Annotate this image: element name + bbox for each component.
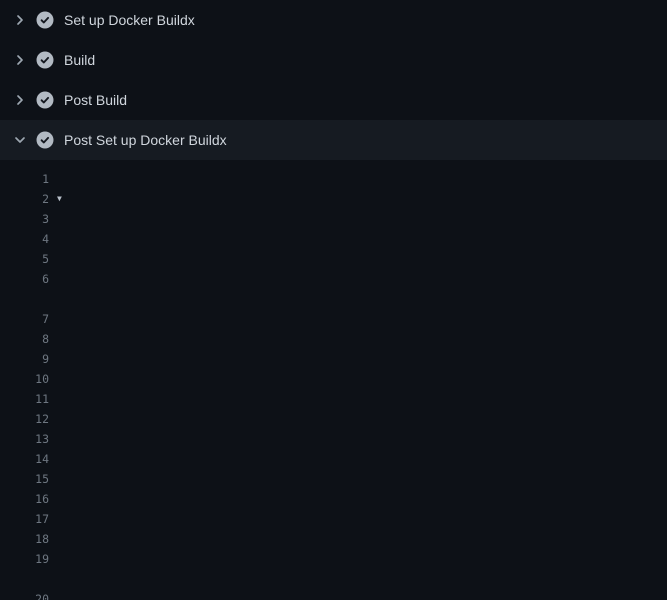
chevron-down-icon[interactable] (12, 132, 28, 148)
log-line: 10 time="2021-04-23T18:02:37Z" level=inf… (0, 369, 667, 389)
line-number[interactable]: 3 (0, 209, 49, 229)
step-list: Set up Docker Buildx Build (0, 0, 667, 160)
line-number[interactable]: 6 (0, 269, 49, 289)
line-number[interactable]: 12 (0, 409, 49, 429)
log-line: 14 time="2021-04-23T18:02:38Z" level=deb… (0, 449, 667, 469)
line-number[interactable]: 11 (0, 389, 49, 409)
line-number[interactable]: 1 (0, 169, 49, 189)
line-number[interactable]: 2 (0, 189, 49, 209)
log-line: 20 time="2021-04-23T18:02:38Z" level=deb… (0, 589, 667, 600)
log-line: 9 time="2021-04-23T18:02:37Z" level=warn… (0, 349, 667, 369)
log-line: 13 time="2021-04-23T18:02:38Z" level=deb… (0, 429, 667, 449)
line-number[interactable]: 18 (0, 529, 49, 549)
line-number[interactable]: 5 (0, 249, 49, 269)
log-line: 4 time="2021-04-23T18:02:37Z" level=info… (0, 229, 667, 249)
step-header[interactable]: Post Build (0, 80, 667, 120)
log-line: 12 time="2021-04-23T18:02:38Z" level=deb… (0, 409, 667, 429)
check-circle-icon (36, 11, 54, 29)
log-line: 2 ▼ BuildKit container logs (0, 189, 667, 209)
chevron-right-icon[interactable] (12, 52, 28, 68)
log-area[interactable]: 1 Post job cleanup. 2 ▼ BuildKit contain… (0, 160, 667, 600)
workflow-log-viewer: Set up Docker Buildx Build (0, 0, 667, 600)
step-header[interactable]: Post Set up Docker Buildx (0, 120, 667, 160)
line-number[interactable]: 19 (0, 549, 49, 569)
log-line: application/vnd.oci.image.index.v1+json,… (0, 569, 667, 589)
log-line: 19 time="2021-04-23T18:02:38Z" level=deb… (0, 549, 667, 569)
log-line: 3 /usr/bin/docker logs buildx_buildkit_b… (0, 209, 667, 229)
step-label: Set up Docker Buildx (64, 12, 195, 28)
log-line: 7 time="2021-04-23T18:02:37Z" level=warn… (0, 309, 667, 329)
log-line: linux/riscv64 linux/ppc64le linux/s390x … (0, 289, 667, 309)
log-line: 8 time="2021-04-23T18:02:37Z" level=info… (0, 329, 667, 349)
check-circle-icon (36, 131, 54, 149)
log-line: 17 time="2021-04-23T18:02:38Z" level=deb… (0, 509, 667, 529)
line-number[interactable]: 4 (0, 229, 49, 249)
check-circle-icon (36, 51, 54, 69)
line-number[interactable]: 8 (0, 329, 49, 349)
log-line: 5 time="2021-04-23T18:02:37Z" level=warn… (0, 249, 667, 269)
check-circle-icon (36, 91, 54, 109)
line-number[interactable]: 9 (0, 349, 49, 369)
line-number[interactable]: 10 (0, 369, 49, 389)
log-line: 15 time="2021-04-23T18:02:38Z" level=deb… (0, 469, 667, 489)
line-number[interactable]: 15 (0, 469, 49, 489)
chevron-right-icon[interactable] (12, 12, 28, 28)
line-number[interactable]: 7 (0, 309, 49, 329)
step-label: Build (64, 52, 95, 68)
line-number[interactable]: 20 (0, 589, 49, 600)
log-line: 1 Post job cleanup. (0, 169, 667, 189)
line-number[interactable]: 17 (0, 509, 49, 529)
step-label: Post Set up Docker Buildx (64, 132, 227, 148)
line-number[interactable]: 14 (0, 449, 49, 469)
log-line: 18 time="2021-04-23T18:02:38Z" level=deb… (0, 529, 667, 549)
chevron-right-icon[interactable] (12, 92, 28, 108)
step-header[interactable]: Build (0, 40, 667, 80)
log-line: 11 time="2021-04-23T18:02:38Z" level=deb… (0, 389, 667, 409)
group-toggle-icon[interactable]: ▼ (57, 189, 62, 209)
line-number[interactable]: 16 (0, 489, 49, 509)
step-label: Post Build (64, 92, 127, 108)
log-line: 16 time="2021-04-23T18:02:38Z" level=deb… (0, 489, 667, 509)
line-number[interactable]: 13 (0, 429, 49, 449)
step-header[interactable]: Set up Docker Buildx (0, 0, 667, 40)
log-line: 6 time="2021-04-23T18:02:37Z" level=info… (0, 269, 667, 289)
